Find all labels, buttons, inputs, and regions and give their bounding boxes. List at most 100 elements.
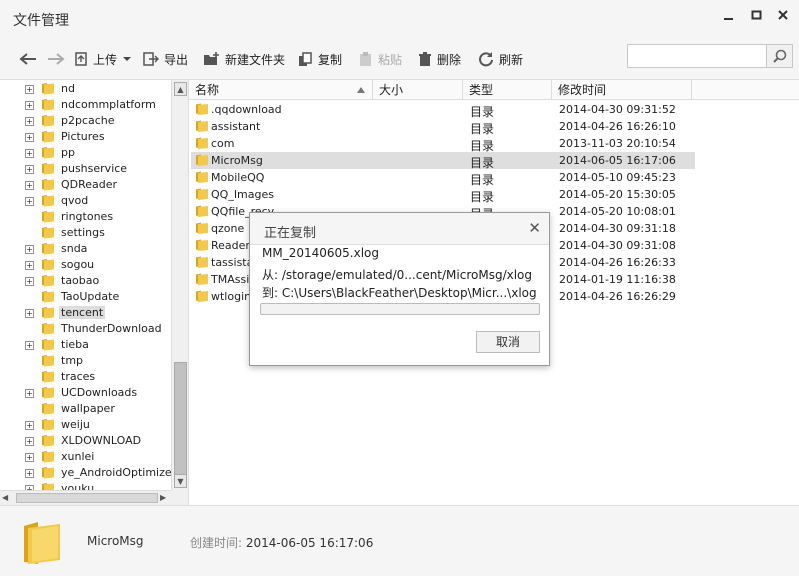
expand-icon[interactable]: + [25,341,34,350]
title-bar: 文件管理 [0,0,799,38]
refresh-button[interactable]: 刷新 [478,49,523,69]
expand-icon[interactable]: + [25,133,34,142]
folder-icon [196,290,208,302]
tree-item[interactable]: TaoUpdate [0,289,171,305]
new-folder-button[interactable]: 新建文件夹 [203,49,285,69]
column-header-size[interactable]: 大小 [373,80,463,100]
tree-horizontal-scrollbar[interactable]: ◀ ▶ [0,490,171,505]
tree-item-label: youku [61,482,95,490]
expand-icon[interactable]: + [25,165,34,174]
tree-item[interactable]: + nd [0,81,171,97]
file-modified: 2014-04-26 16:26:29 [559,290,676,303]
scroll-thumb-horizontal[interactable] [16,493,158,503]
file-name: .qqdownload [211,103,282,116]
column-header-modified[interactable]: 修改时间 [552,80,692,100]
file-row[interactable]: MobileQQ 目录 2014-05-10 09:45:23 [191,169,695,187]
tree-item[interactable]: + youku [0,481,171,490]
folder-icon [42,227,54,239]
tree-item[interactable]: + ndcommplatform [0,97,171,113]
file-row[interactable]: assistant 目录 2014-04-26 16:26:10 [191,118,695,136]
scroll-up-icon[interactable]: ▲ [174,82,187,96]
tree-item[interactable]: + ye_AndroidOptimizer [0,465,171,481]
tree-item[interactable]: + p2pcache [0,113,171,129]
tree-item[interactable]: + sogou [0,257,171,273]
expand-icon[interactable]: + [25,117,34,126]
expand-icon[interactable]: + [25,149,34,158]
tree-item[interactable]: + pp [0,145,171,161]
file-row[interactable]: .qqdownload 目录 2014-04-30 09:31:52 [191,101,695,119]
search-button[interactable] [766,44,793,68]
tree-item[interactable]: traces [0,369,171,385]
scroll-left-icon[interactable]: ◀ [2,493,8,502]
tree-item[interactable]: + Pictures [0,129,171,145]
copy-label: 复制 [318,52,343,67]
copy-button[interactable]: 复制 [298,49,342,69]
tree-item[interactable]: + xunlei [0,449,171,465]
expand-icon[interactable]: + [25,85,34,94]
minimize-icon[interactable] [720,9,738,27]
folder-icon [196,154,208,166]
copy-source-path: 从: /storage/emulated/0...cent/MicroMsg/x… [262,268,533,282]
tree-item[interactable]: + weiju [0,417,171,433]
tree-item[interactable]: + qvod [0,193,171,209]
created-time-label: 创建时间: [190,536,243,550]
upload-button[interactable]: 上传 [75,49,132,69]
file-row[interactable]: QQ_Images 目录 2014-05-20 15:30:05 [191,186,695,204]
dialog-close-icon[interactable]: ✕ [528,219,541,237]
expand-icon[interactable]: + [25,421,34,430]
tree-item[interactable]: + tieba [0,337,171,353]
tree-item-label: tmp [61,354,84,367]
scroll-right-icon[interactable]: ▶ [160,493,166,502]
tree-item[interactable]: ringtones [0,209,171,225]
tree-item[interactable]: + UCDownloads [0,385,171,401]
folder-icon [42,435,54,447]
expand-icon[interactable]: + [25,309,34,318]
file-modified: 2014-04-30 09:31:18 [559,222,676,235]
export-button[interactable]: 导出 [143,49,188,69]
trash-icon [419,51,431,66]
paste-button[interactable]: 粘贴 [358,49,402,69]
expand-icon[interactable]: + [25,181,34,190]
expand-icon[interactable]: + [25,453,34,462]
expand-icon[interactable]: + [25,197,34,206]
tree-item[interactable]: + pushservice [0,161,171,177]
tree-item[interactable]: wallpaper [0,401,171,417]
new-folder-label: 新建文件夹 [225,52,286,67]
expand-icon[interactable]: + [25,277,34,286]
tree-item[interactable]: + snda [0,241,171,257]
search-input[interactable] [627,44,767,68]
tree-item-label: UCDownloads [61,386,138,399]
created-time-value: 2014-06-05 16:17:06 [245,536,374,550]
maximize-icon[interactable] [748,9,766,27]
tree-item[interactable]: + XLDOWNLOAD [0,433,171,449]
tree-item[interactable]: settings [0,225,171,241]
expand-icon[interactable]: + [25,437,34,446]
tree-item[interactable]: + tencent [0,305,171,321]
scroll-down-icon[interactable]: ▼ [174,474,187,488]
tree-vertical-scrollbar[interactable]: ▲ ▼ [171,80,188,490]
forward-button[interactable] [46,49,66,69]
scroll-thumb[interactable] [174,362,187,476]
expand-icon[interactable]: + [25,245,34,254]
tree-item[interactable]: ThunderDownload [0,321,171,337]
tree-item[interactable]: + taobao [0,273,171,289]
tree-item[interactable]: + QDReader [0,177,171,193]
expand-icon[interactable]: + [25,261,34,270]
copy-progress-bar [260,303,540,315]
file-row[interactable]: com 目录 2013-11-03 20:10:54 [191,135,695,153]
refresh-label: 刷新 [499,52,524,67]
cancel-button[interactable]: 取消 [476,331,540,353]
close-icon[interactable] [774,9,792,27]
back-button[interactable] [18,49,38,69]
expand-icon[interactable]: + [25,469,34,478]
expand-icon[interactable]: + [25,101,34,110]
status-bar: MicroMsg 创建时间: 2014-06-05 16:17:06 [0,505,799,576]
tree-item-label: ye_AndroidOptimizer [61,466,171,479]
column-header-type[interactable]: 类型 [463,80,552,100]
expand-icon[interactable]: + [25,389,34,398]
file-modified: 2014-05-20 10:08:01 [559,205,676,218]
column-header-name[interactable]: 名称 [189,80,373,100]
delete-button[interactable]: 删除 [418,49,461,69]
file-row[interactable]: MicroMsg 目录 2014-06-05 16:17:06 [191,152,695,170]
tree-item[interactable]: tmp [0,353,171,369]
